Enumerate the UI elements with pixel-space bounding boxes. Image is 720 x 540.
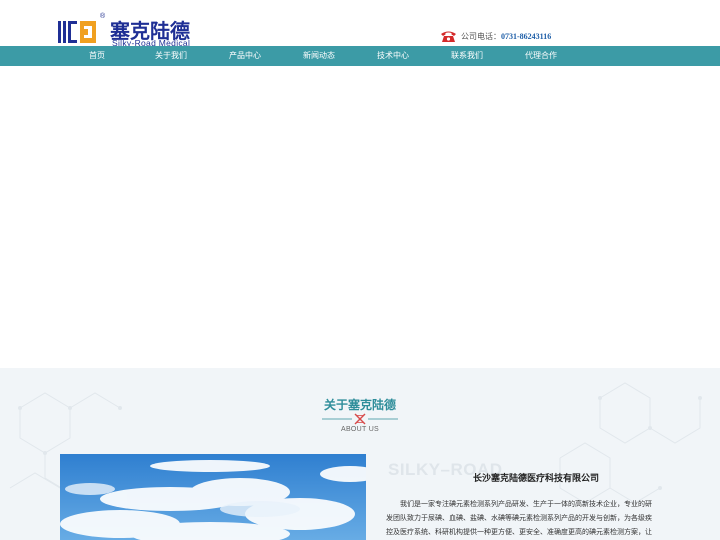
about-subtitle: ABOUT US bbox=[340, 426, 380, 433]
nav-item-news[interactable]: 新闻动态 bbox=[287, 46, 351, 66]
site-header: ® 塞克陆德 Silky-Road Medical 公司电话： 0731-862… bbox=[0, 0, 720, 48]
main-nav: 首页 关于我们 产品中心 新闻动态 技术中心 联系我们 代理合作 bbox=[0, 46, 720, 66]
nav-item-about[interactable]: 关于我们 bbox=[139, 46, 203, 66]
about-photo-sky bbox=[60, 454, 366, 540]
about-title: 关于塞克陆德 bbox=[323, 398, 396, 412]
company-phone: 公司电话： 0731-86243116 bbox=[440, 29, 551, 43]
company-name: 长沙塞克陆德医疗科技有限公司 bbox=[472, 473, 599, 483]
about-section: 关于塞克陆德 ABOUT US SILKY–ROAD 长沙塞克陆德医疗科技有限公… bbox=[0, 368, 720, 540]
dna-icon bbox=[322, 413, 398, 425]
nav-item-products[interactable]: 产品中心 bbox=[213, 46, 277, 66]
nav-item-agency[interactable]: 代理合作 bbox=[509, 46, 573, 66]
hero-banner bbox=[0, 66, 720, 368]
registered-mark: ® bbox=[100, 13, 106, 20]
about-description: 我们是一家专注碘元素检测系列产品研发、生产于一体的高新技术企业，专业的研发团队致… bbox=[386, 501, 652, 536]
logo[interactable]: ® 塞克陆德 Silky-Road Medical bbox=[58, 13, 198, 48]
nav-item-technology[interactable]: 技术中心 bbox=[361, 46, 425, 66]
phone-label: 公司电话： bbox=[461, 31, 501, 41]
logo-mark-icon bbox=[58, 21, 96, 43]
telephone-icon bbox=[441, 31, 456, 42]
nav-item-home[interactable]: 首页 bbox=[65, 46, 129, 66]
phone-number[interactable]: 0731-86243116 bbox=[501, 32, 551, 41]
nav-item-contact[interactable]: 联系我们 bbox=[435, 46, 499, 66]
